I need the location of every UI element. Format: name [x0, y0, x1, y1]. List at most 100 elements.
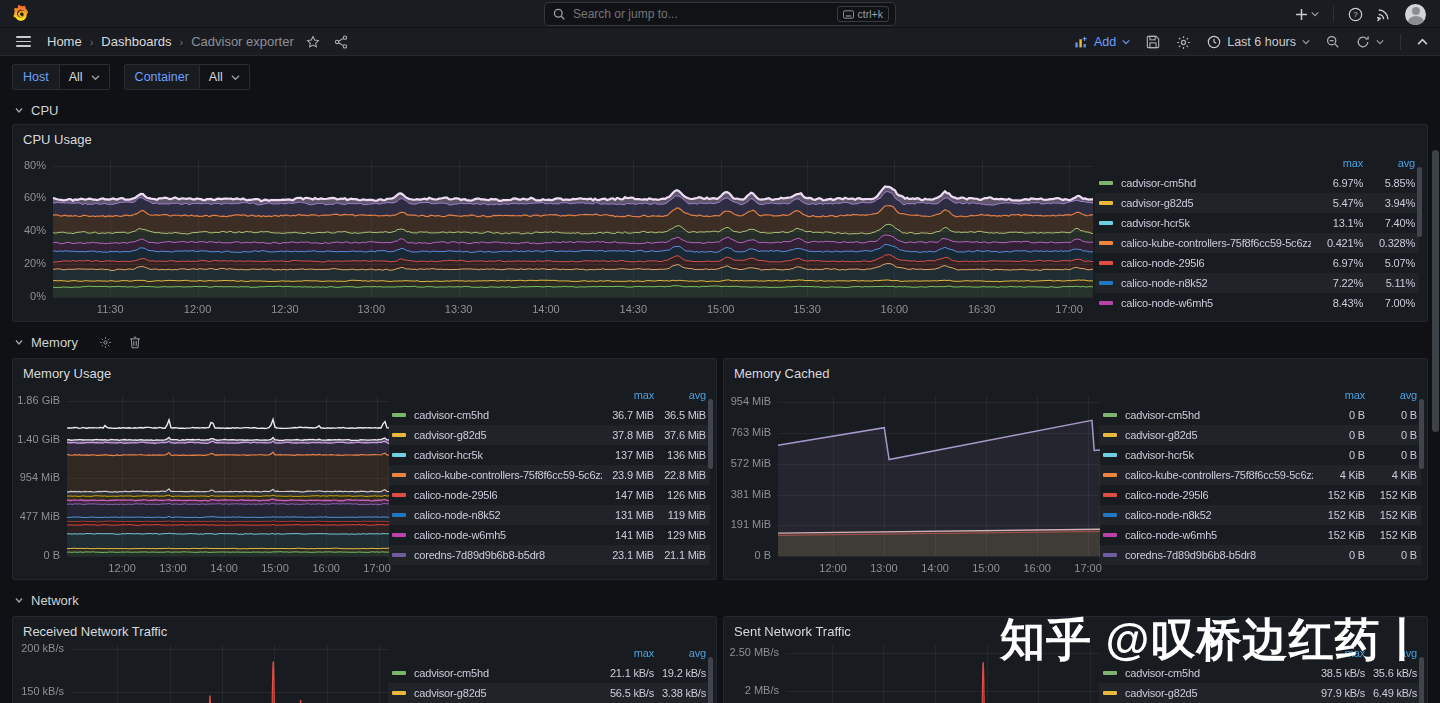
- collapse-up-icon[interactable]: [1417, 37, 1428, 48]
- section-memory[interactable]: Memory: [14, 330, 141, 354]
- legend-row[interactable]: cadvisor-cm5hd6.97%5.85%: [1095, 173, 1419, 193]
- search-input[interactable]: [573, 7, 837, 21]
- row-settings-icon[interactable]: [99, 336, 112, 349]
- star-icon[interactable]: [306, 35, 320, 49]
- legend-column-header[interactable]: max: [1313, 389, 1365, 401]
- time-range-picker[interactable]: Last 6 hours: [1207, 35, 1310, 49]
- legend-column-header[interactable]: avg: [654, 647, 706, 659]
- search-bar[interactable]: ctrl+k: [544, 2, 896, 26]
- section-network[interactable]: Network: [14, 588, 79, 612]
- breadcrumb: Home › Dashboards › Cadvisor exporter: [47, 34, 348, 49]
- legend-row[interactable]: cadvisor-hcr5k0 B0 B: [1099, 445, 1421, 465]
- series-avg: 0 B: [1365, 429, 1417, 441]
- legend-column-header[interactable]: max: [602, 647, 654, 659]
- dashboard-variables: Host All Container All: [12, 64, 250, 90]
- add-button[interactable]: Add: [1074, 35, 1130, 49]
- new-menu-button[interactable]: [1295, 8, 1319, 21]
- legend-row[interactable]: calico-node-w6mh58.43%7.00%: [1095, 293, 1419, 313]
- save-dashboard-icon[interactable]: [1146, 35, 1160, 49]
- legend-row[interactable]: cadvisor-cm5hd36.7 MiB36.5 MiB: [388, 405, 710, 425]
- breadcrumb-dashboards[interactable]: Dashboards: [101, 34, 171, 49]
- refresh-button[interactable]: [1356, 35, 1384, 49]
- help-icon[interactable]: ?: [1348, 7, 1363, 22]
- user-avatar[interactable]: [1405, 4, 1426, 25]
- legend-row[interactable]: calico-kube-controllers-75f8f6cc59-5c6zz…: [1095, 233, 1419, 253]
- grafana-logo[interactable]: [12, 5, 30, 23]
- legend-row[interactable]: cadvisor-g82d50 B0 B: [1099, 425, 1421, 445]
- breadcrumb-home[interactable]: Home: [47, 34, 82, 49]
- series-avg: 21.1 MiB: [654, 549, 706, 561]
- legend-row[interactable]: cadvisor-hcr5k137 MiB136 MiB: [388, 445, 710, 465]
- legend-row[interactable]: cadvisor-hcr5k13.1%7.40%: [1095, 213, 1419, 233]
- legend-column-header[interactable]: avg: [654, 389, 706, 401]
- legend-row[interactable]: coredns-7d89d9b6b8-b5dr823.1 MiB21.1 MiB: [388, 545, 710, 565]
- legend-row[interactable]: coredns-7d89d9b6b8-b5dr80 B0 B: [1099, 545, 1421, 565]
- legend-row[interactable]: calico-node-w6mh5152 KiB152 KiB: [1099, 525, 1421, 545]
- legend-row[interactable]: cadvisor-g82d55.47%3.94%: [1095, 193, 1419, 213]
- legend-scrollbar[interactable]: [1417, 167, 1422, 237]
- series-avg: 126 MiB: [654, 489, 706, 501]
- memory-usage-chart[interactable]: [17, 385, 391, 575]
- legend-scrollbar[interactable]: [708, 399, 713, 469]
- panel-memory-cached: Memory Cached maxavg cadvisor-cm5hd0 B0 B…: [723, 358, 1428, 580]
- add-panel-icon: [1074, 36, 1088, 49]
- panel-title[interactable]: Received Network Traffic: [23, 624, 167, 639]
- series-color-chip: [1103, 671, 1117, 675]
- series-max: 0 B: [1313, 549, 1365, 561]
- legend-scrollbar[interactable]: [708, 657, 713, 703]
- panel-title[interactable]: Sent Network Traffic: [734, 624, 851, 639]
- legend-row[interactable]: calico-node-n8k52152 KiB152 KiB: [1099, 505, 1421, 525]
- series-max: 23.1 MiB: [602, 549, 654, 561]
- chevron-down-icon: [1302, 38, 1310, 46]
- series-avg: 19.2 kB/s: [654, 667, 706, 679]
- zoom-out-icon[interactable]: [1326, 35, 1340, 49]
- memory-cached-chart[interactable]: [728, 385, 1102, 575]
- series-max: 152 KiB: [1313, 489, 1365, 501]
- page-scrollbar[interactable]: [1432, 150, 1439, 432]
- legend-row[interactable]: calico-node-295l6147 MiB126 MiB: [388, 485, 710, 505]
- legend-row[interactable]: calico-node-295l6152 KiB152 KiB: [1099, 485, 1421, 505]
- series-color-chip: [392, 671, 406, 675]
- row-delete-icon[interactable]: [129, 336, 141, 349]
- legend-row[interactable]: calico-node-n8k52131 MiB119 MiB: [388, 505, 710, 525]
- dashboard-toolbar: Home › Dashboards › Cadvisor exporter Ad…: [0, 28, 1440, 56]
- series-avg: 36.5 MiB: [654, 409, 706, 421]
- panel-title[interactable]: Memory Cached: [734, 366, 829, 381]
- clock-icon: [1207, 35, 1221, 49]
- dashboard-settings-icon[interactable]: [1176, 35, 1191, 50]
- cpu-usage-chart[interactable]: [21, 151, 1097, 317]
- legend-column-header[interactable]: max: [602, 389, 654, 401]
- legend-row[interactable]: calico-node-n8k527.22%5.11%: [1095, 273, 1419, 293]
- legend-row[interactable]: cadvisor-cm5hd0 B0 B: [1099, 405, 1421, 425]
- section-cpu[interactable]: CPU: [14, 98, 58, 122]
- legend-row[interactable]: cadvisor-g82d537.8 MiB37.6 MiB: [388, 425, 710, 445]
- legend-row[interactable]: cadvisor-g82d556.5 kB/s3.38 kB/s: [388, 683, 710, 703]
- legend-row[interactable]: calico-node-295l66.97%5.07%: [1095, 253, 1419, 273]
- series-avg: 7.00%: [1363, 297, 1415, 309]
- menu-toggle-icon[interactable]: [16, 36, 31, 47]
- legend-column-header[interactable]: avg: [1365, 389, 1417, 401]
- series-color-chip: [392, 413, 406, 417]
- series-max: 141 MiB: [602, 529, 654, 541]
- variable-container-value[interactable]: All: [200, 64, 250, 90]
- series-color-chip: [1099, 221, 1113, 225]
- panel-title[interactable]: Memory Usage: [23, 366, 111, 381]
- series-avg: 119 MiB: [654, 509, 706, 521]
- legend-scrollbar[interactable]: [1419, 399, 1424, 469]
- series-avg: 22.8 MiB: [654, 469, 706, 481]
- news-icon[interactable]: [1377, 7, 1391, 21]
- legend-row[interactable]: calico-node-w6mh5141 MiB129 MiB: [388, 525, 710, 545]
- panel-title[interactable]: CPU Usage: [23, 132, 92, 147]
- share-icon[interactable]: [334, 35, 348, 49]
- series-avg: 152 KiB: [1365, 509, 1417, 521]
- panel-cpu-usage: CPU Usage maxavg cadvisor-cm5hd6.97%5.85%…: [12, 124, 1428, 322]
- legend-row[interactable]: calico-kube-controllers-75f8f6cc59-5c6zz…: [1099, 465, 1421, 485]
- legend-row[interactable]: cadvisor-g82d597.9 kB/s6.49 kB/s: [1099, 683, 1421, 703]
- legend-row[interactable]: cadvisor-cm5hd21.1 kB/s19.2 kB/s: [388, 663, 710, 683]
- legend-column-header[interactable]: avg: [1363, 157, 1415, 169]
- received-network-traffic-chart[interactable]: [17, 643, 391, 703]
- variable-host-value[interactable]: All: [60, 64, 110, 90]
- legend-row[interactable]: calico-kube-controllers-75f8f6cc59-5c6zz…: [388, 465, 710, 485]
- series-max: 13.1%: [1311, 217, 1363, 229]
- legend-column-header[interactable]: max: [1311, 157, 1363, 169]
